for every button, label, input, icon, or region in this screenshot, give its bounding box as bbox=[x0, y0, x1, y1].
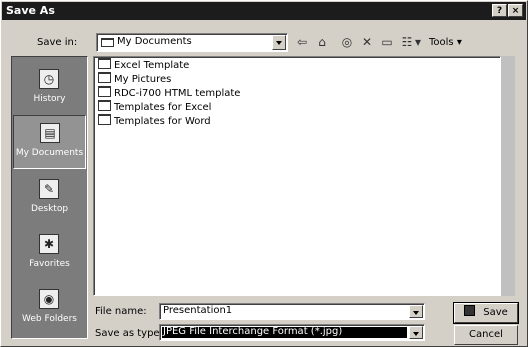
save-as-dialog: Save As ? × Save in: My Documents ⇦ ⌂ ◎ … bbox=[0, 0, 528, 347]
list-item[interactable]: My Pictures bbox=[98, 72, 171, 86]
desktop-icon: ✎ bbox=[39, 179, 59, 199]
folder-icon bbox=[98, 72, 111, 83]
file-name: Excel Template bbox=[114, 60, 190, 71]
place-favorites[interactable]: ✱ Favorites bbox=[13, 227, 86, 281]
list-item[interactable]: Templates for Word bbox=[98, 114, 211, 128]
save-as-type-dropdown[interactable]: JPEG File Interchange Format (*.jpg) bbox=[159, 324, 425, 341]
file-name: Templates for Excel bbox=[114, 102, 212, 113]
close-button[interactable]: × bbox=[508, 4, 523, 17]
cancel-button-label: Cancel bbox=[469, 329, 503, 340]
places-bar: ◷ History ▤ My Documents ✎ Desktop ✱ Fav… bbox=[11, 56, 88, 339]
place-label: Web Folders bbox=[22, 314, 77, 324]
up-folder-icon[interactable]: ⌂ bbox=[313, 34, 331, 50]
help-button[interactable]: ? bbox=[492, 4, 507, 17]
folder-icon bbox=[98, 100, 111, 111]
save-in-dropdown-arrow[interactable] bbox=[272, 35, 286, 50]
place-label: Favorites bbox=[29, 259, 70, 269]
save-in-value: My Documents bbox=[117, 36, 192, 47]
title-bar[interactable]: Save As ? × bbox=[2, 2, 526, 20]
list-item[interactable]: Excel Template bbox=[98, 58, 189, 72]
save-as-type-dropdown-arrow[interactable] bbox=[409, 326, 423, 339]
views-chevron-down-icon[interactable]: ▾ bbox=[414, 34, 422, 50]
favorites-icon: ✱ bbox=[39, 234, 59, 254]
list-item[interactable]: Templates for Excel bbox=[98, 100, 211, 114]
file-list[interactable]: Excel Template My Pictures RDC-i700 HTML… bbox=[93, 56, 501, 296]
my-documents-icon: ▤ bbox=[40, 123, 60, 143]
save-as-type-value: JPEG File Interchange Format (*.jpg) bbox=[163, 326, 343, 337]
delete-icon[interactable]: ✕ bbox=[358, 34, 376, 50]
save-button[interactable]: Save bbox=[453, 302, 519, 324]
history-icon: ◷ bbox=[39, 69, 59, 89]
tools-label: Tools bbox=[429, 37, 454, 48]
place-label: Desktop bbox=[30, 204, 69, 214]
file-name-dropdown-arrow[interactable] bbox=[409, 305, 423, 318]
place-label: My Documents bbox=[15, 148, 84, 158]
floppy-disk-icon bbox=[464, 305, 476, 316]
save-button-label: Save bbox=[483, 307, 508, 318]
web-folders-icon: ◉ bbox=[39, 289, 59, 309]
folder-icon bbox=[98, 114, 111, 125]
dialog-title: Save As bbox=[6, 4, 55, 17]
tools-menu[interactable]: Tools ▾ bbox=[429, 37, 462, 48]
file-name: RDC-i700 HTML template bbox=[114, 88, 241, 99]
search-web-icon[interactable]: ◎ bbox=[338, 34, 356, 50]
file-name-field[interactable]: Presentation1 bbox=[159, 303, 425, 320]
place-label: History bbox=[33, 94, 66, 104]
place-history[interactable]: ◷ History bbox=[13, 62, 86, 116]
file-name-value: Presentation1 bbox=[163, 305, 233, 316]
list-item[interactable]: RDC-i700 HTML template bbox=[98, 86, 240, 100]
save-in-label: Save in: bbox=[37, 37, 78, 48]
folder-icon bbox=[98, 58, 111, 69]
new-folder-icon[interactable]: ▭ bbox=[378, 34, 396, 50]
file-name: Templates for Word bbox=[114, 116, 211, 127]
cancel-button[interactable]: Cancel bbox=[454, 325, 518, 345]
place-my-documents[interactable]: ▤ My Documents bbox=[13, 115, 86, 169]
file-name-label: File name: bbox=[95, 306, 147, 317]
folder-icon bbox=[101, 38, 114, 47]
scrollbar[interactable] bbox=[501, 56, 515, 296]
save-as-type-label: Save as type: bbox=[95, 328, 163, 339]
place-desktop[interactable]: ✎ Desktop bbox=[13, 172, 86, 226]
back-icon[interactable]: ⇦ bbox=[293, 34, 311, 50]
file-name: My Pictures bbox=[114, 74, 172, 85]
folder-icon bbox=[98, 86, 111, 97]
save-in-dropdown[interactable]: My Documents bbox=[96, 33, 288, 52]
place-web-folders[interactable]: ◉ Web Folders bbox=[13, 282, 86, 336]
